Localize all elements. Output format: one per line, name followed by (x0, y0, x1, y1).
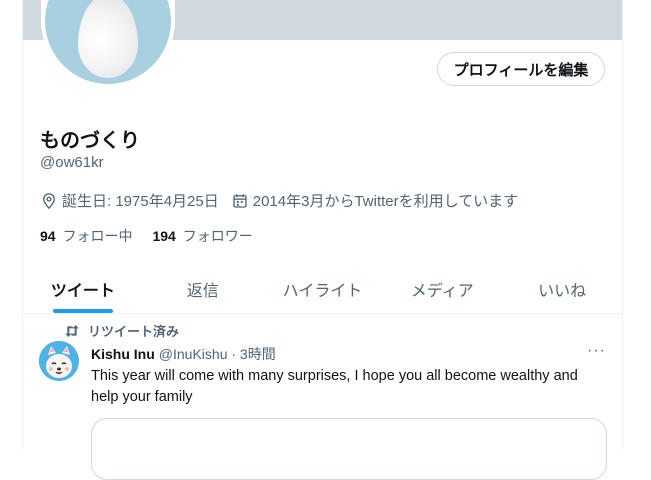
calendar-icon (233, 193, 247, 208)
birthday-item: 誕生日: 1975年4月25日 (40, 190, 219, 211)
tab-label: メディア (410, 282, 474, 300)
following-label: フォロー中 (62, 228, 133, 244)
tweet-media-card[interactable] (91, 418, 607, 480)
location-pin-icon (43, 192, 55, 209)
following-count: 94 (40, 228, 56, 244)
retweet-icon (65, 324, 79, 337)
tab-label: ツイート (50, 282, 115, 300)
tweet-author-name[interactable]: Kishu Inu (91, 346, 155, 362)
tab-label: ハイライト (282, 282, 363, 300)
retweet-indicator: リツイート済み (64, 321, 179, 340)
tweet-text: This year will come with many surprises,… (91, 368, 578, 405)
joined-item: 2014年3月からTwitterを利用しています (231, 190, 518, 211)
tab-tweets[interactable]: ツイート (23, 264, 143, 313)
follow-stats: 94 フォロー中 194 フォロワー (40, 226, 273, 246)
retweet-label: リツイート済み (88, 324, 180, 339)
edit-profile-button[interactable]: プロフィールを編集 (437, 52, 605, 86)
profile-column: プロフィールを編集 ものづくり @ow61kr 誕生日: 1975年4月25日 … (22, 0, 623, 480)
profile-handle: @ow61kr (40, 154, 104, 171)
following-link[interactable]: 94 フォロー中 (40, 226, 132, 246)
birthday-text: 誕生日: 1975年4月25日 (62, 193, 219, 210)
tweet-author-avatar[interactable] (39, 341, 79, 381)
egg-avatar-icon (78, 0, 138, 78)
tweet-author-handle[interactable]: @InuKishu · 3時間 (159, 344, 276, 364)
followers-link[interactable]: 194 フォロワー (152, 226, 252, 246)
shiba-dog-avatar-icon (39, 341, 79, 381)
tab-media[interactable]: メディア (382, 264, 502, 313)
active-tab-indicator (52, 309, 113, 313)
tab-label: 返信 (186, 282, 219, 300)
tab-highlights[interactable]: ハイライト (263, 264, 383, 313)
tab-likes[interactable]: いいね (502, 264, 622, 313)
avatar-image (45, 0, 171, 84)
tab-replies[interactable]: 返信 (143, 264, 263, 313)
followers-count: 194 (152, 228, 176, 244)
tab-label: いいね (538, 282, 587, 300)
profile-meta: 誕生日: 1975年4月25日 2014年3月からTwitterを利用しています (40, 190, 530, 211)
profile-tabs: ツイート 返信 ハイライト メディア いいね (23, 264, 622, 314)
followers-label: フォロワー (182, 228, 253, 244)
profile-avatar[interactable] (41, 0, 175, 88)
tweet-header: Kishu Inu @InuKishu · 3時間 (91, 344, 276, 364)
profile-name: ものづくり (40, 130, 140, 152)
more-dots-icon[interactable]: ··· (587, 342, 606, 360)
joined-text: 2014年3月からTwitterを利用しています (252, 193, 519, 210)
